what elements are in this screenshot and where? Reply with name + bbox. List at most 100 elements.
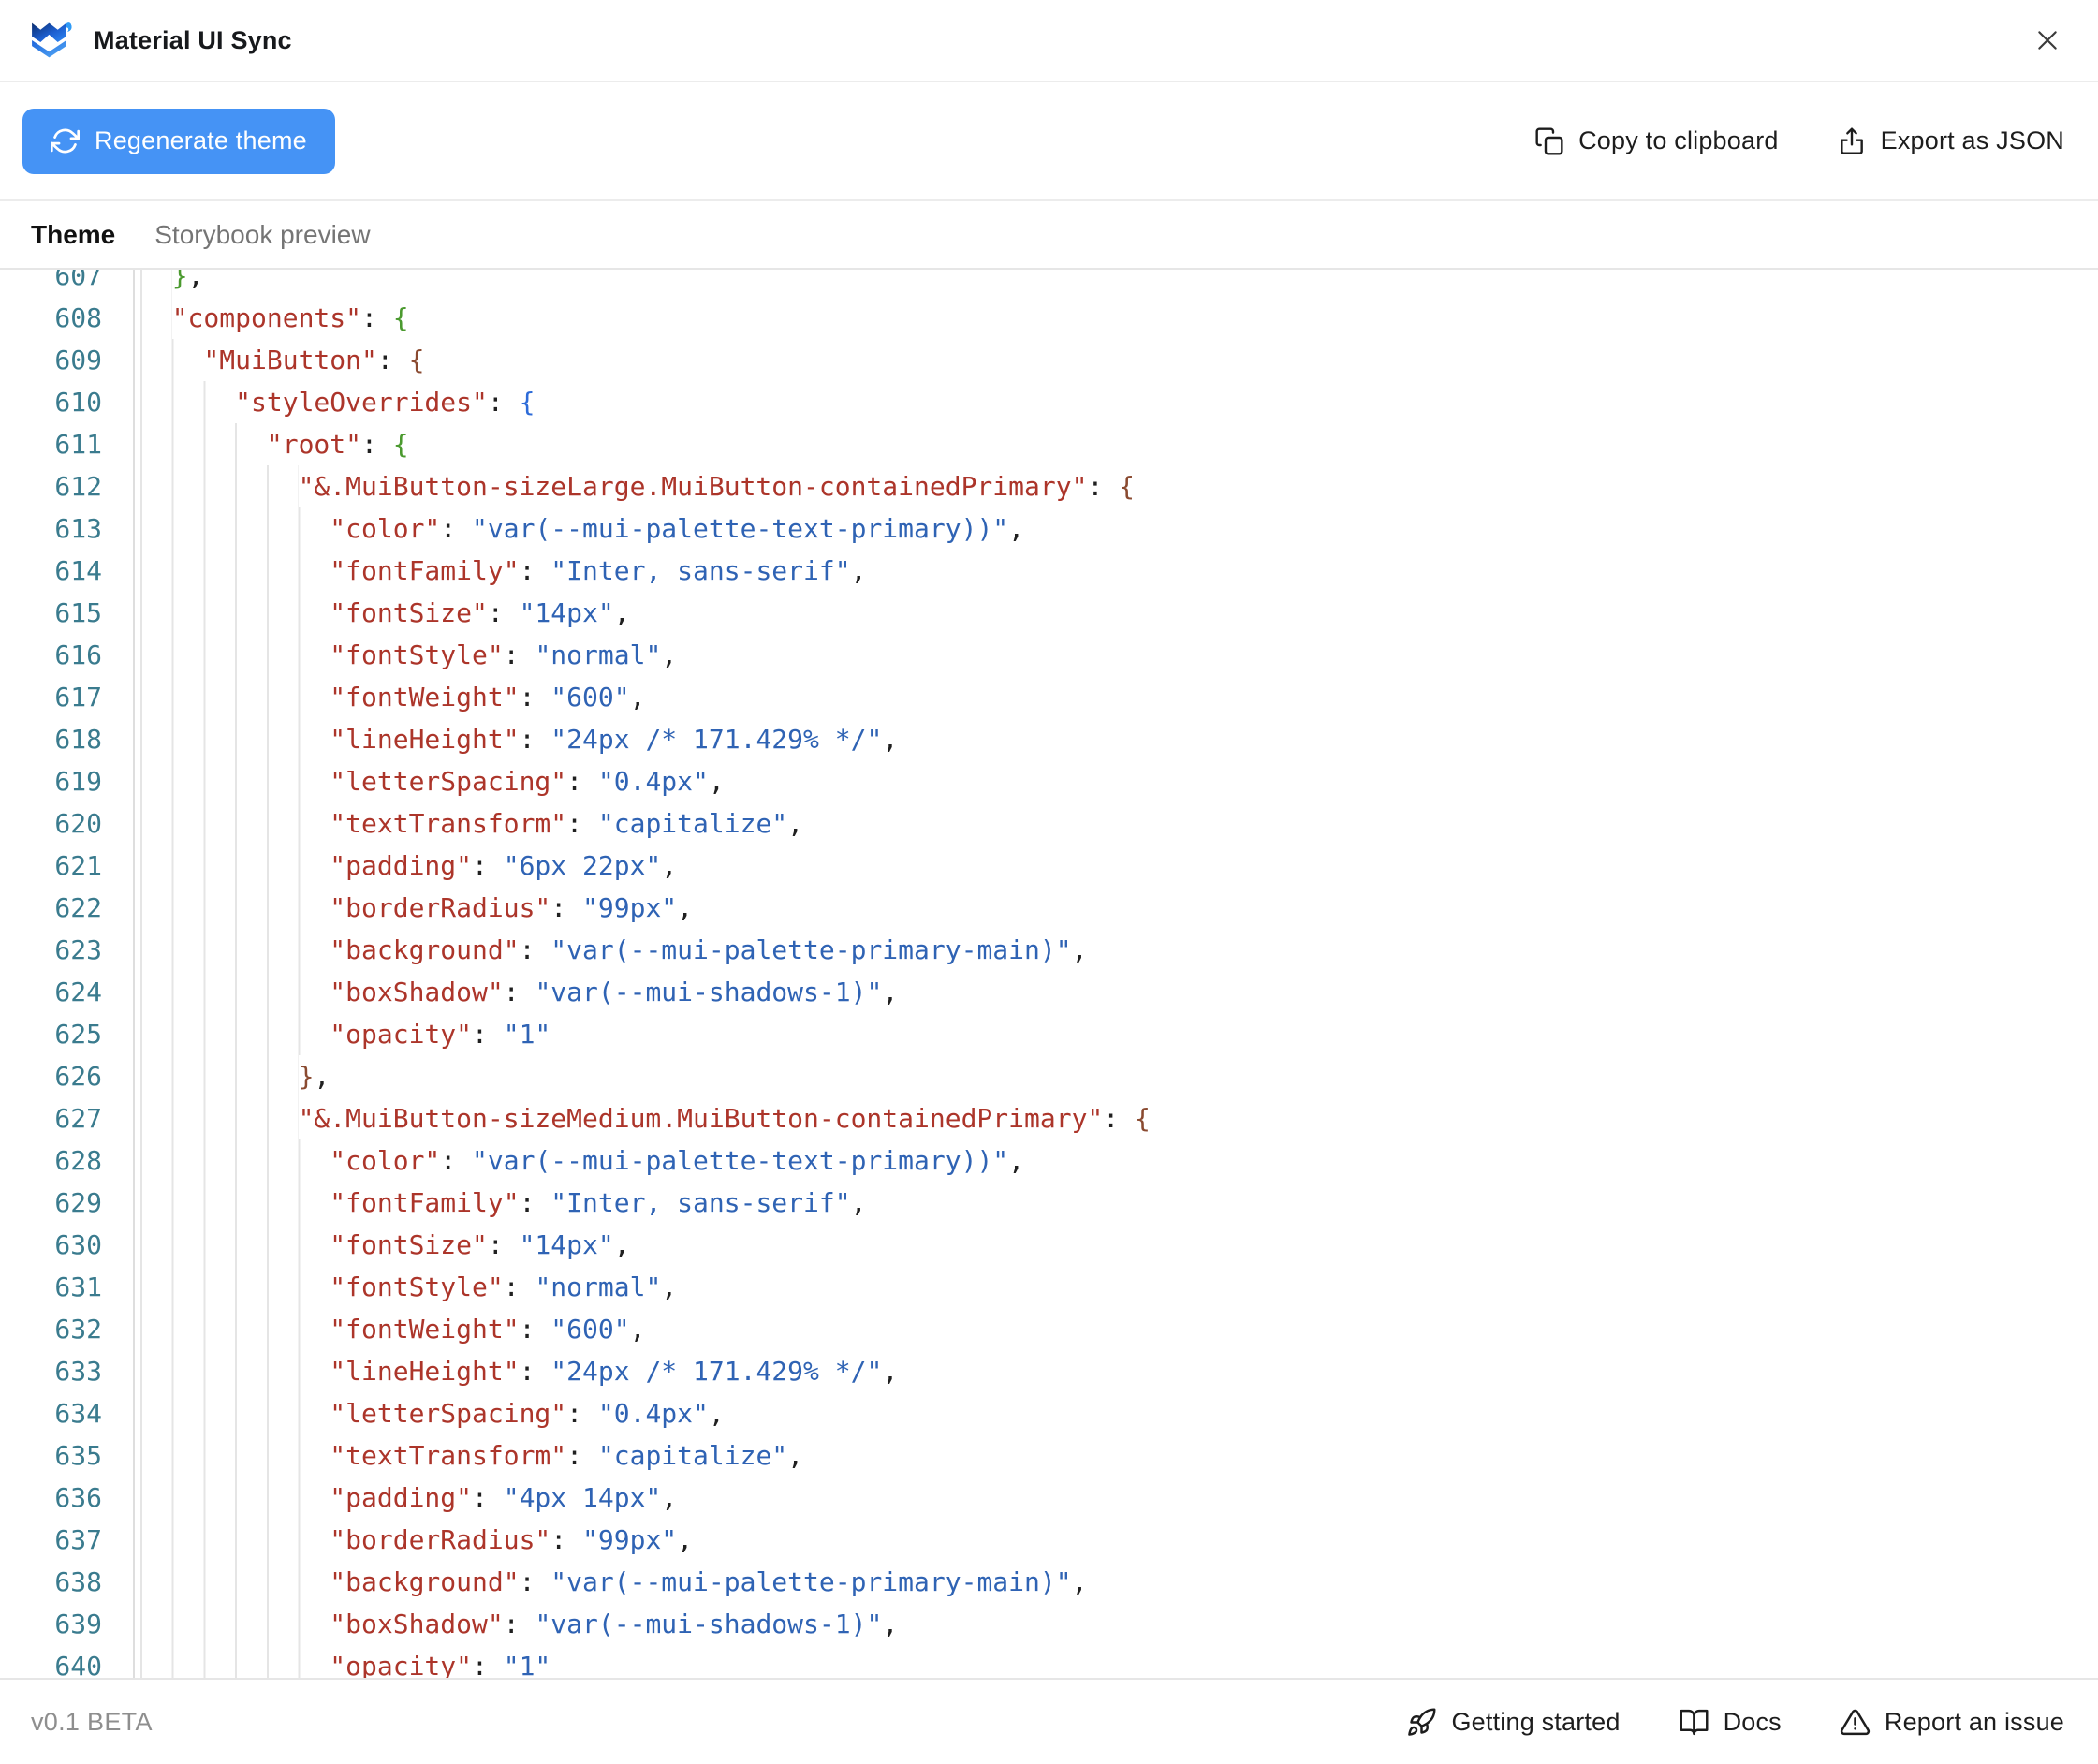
tab-storybook-preview[interactable]: Storybook preview — [154, 220, 370, 250]
code-token: : — [503, 639, 536, 670]
regenerate-theme-button[interactable]: Regenerate theme — [22, 108, 335, 174]
code-line: 609 "MuiButton": { — [0, 339, 2098, 381]
code-token: , — [708, 766, 725, 797]
indent-guides — [140, 1350, 330, 1392]
code-line: 637 "borderRadius": "99px", — [0, 1519, 2098, 1561]
code-token: , — [787, 1440, 804, 1471]
code-token: "padding" — [330, 1482, 472, 1513]
mui-sync-plugin-window: Material UI Sync Regenerate theme Copy t… — [0, 0, 2098, 1764]
code-token: "boxShadow" — [330, 1609, 504, 1639]
code-token: { — [408, 345, 425, 375]
indent-guides — [140, 971, 330, 1013]
code-token: "MuiButton" — [203, 345, 377, 375]
indent-guides — [140, 1055, 299, 1097]
code-token: , — [708, 1398, 725, 1429]
line-number: 629 — [0, 1182, 135, 1224]
code-line: 631 "fontStyle": "normal", — [0, 1266, 2098, 1308]
indent-guides — [140, 1392, 330, 1434]
tab-bar: Theme Storybook preview — [0, 201, 2098, 270]
close-icon — [2038, 31, 2057, 50]
code-token: : — [519, 682, 551, 713]
code-token: : — [440, 1145, 473, 1176]
line-number: 625 — [0, 1013, 135, 1055]
line-number: 612 — [0, 465, 135, 507]
line-number: 636 — [0, 1477, 135, 1519]
code-token: } — [298, 1061, 315, 1092]
code-token: : — [361, 429, 393, 460]
toolbar-actions: Copy to clipboard Export as JSON — [1534, 126, 2064, 156]
indent-guides — [140, 887, 330, 929]
code-line: 612 "&.MuiButton-sizeLarge.MuiButton-cont… — [0, 465, 2098, 507]
indent-guides — [140, 1139, 330, 1182]
code-token: "fontStyle" — [330, 1272, 504, 1302]
line-number: 614 — [0, 550, 135, 592]
line-number: 623 — [0, 929, 135, 971]
report-an-issue-link[interactable]: Report an issue — [1840, 1707, 2064, 1738]
version-badge: v0.1 BETA — [31, 1707, 153, 1736]
code-token: { — [519, 387, 536, 418]
code-token: , — [661, 639, 678, 670]
code-token: "capitalize" — [597, 808, 788, 839]
getting-started-label: Getting started — [1451, 1707, 1621, 1736]
code-token: "&.MuiButton-sizeMedium.MuiButton-contai… — [298, 1103, 1104, 1134]
code-line: 628 "color": "var(--mui-palette-text-prim… — [0, 1139, 2098, 1182]
rocket-icon — [1408, 1708, 1436, 1736]
code-token: "var(--mui-shadows-1)" — [535, 977, 883, 1007]
code-token: "padding" — [330, 850, 472, 881]
line-number: 622 — [0, 887, 135, 929]
line-number: 640 — [0, 1645, 135, 1678]
line-number: 609 — [0, 339, 135, 381]
code-token: , — [1071, 1566, 1088, 1597]
code-token: : — [566, 1440, 598, 1471]
line-number: 610 — [0, 381, 135, 423]
tab-theme[interactable]: Theme — [31, 220, 115, 250]
copy-to-clipboard-button[interactable]: Copy to clipboard — [1534, 126, 1779, 156]
code-token: : — [519, 555, 551, 586]
code-token: : — [566, 808, 598, 839]
code-token: , — [882, 1356, 899, 1387]
close-button[interactable] — [2029, 22, 2066, 59]
code-token: : — [519, 724, 551, 755]
docs-link[interactable]: Docs — [1679, 1707, 1782, 1738]
code-token: "opacity" — [330, 1019, 472, 1050]
indent-guides — [140, 929, 330, 971]
export-as-json-button[interactable]: Export as JSON — [1837, 126, 2064, 156]
code-token: : — [550, 1524, 583, 1555]
code-line: 639 "boxShadow": "var(--mui-shadows-1)", — [0, 1603, 2098, 1645]
code-token: : — [472, 1651, 504, 1678]
code-token: "styleOverrides" — [235, 387, 488, 418]
line-number: 634 — [0, 1392, 135, 1434]
code-token: "fontSize" — [330, 597, 488, 628]
indent-guides — [140, 1519, 330, 1561]
code-token: "lineHeight" — [330, 724, 520, 755]
getting-started-link[interactable]: Getting started — [1406, 1707, 1620, 1738]
code-token: , — [1008, 513, 1025, 544]
code-token: : — [519, 934, 551, 965]
code-token: } — [171, 270, 188, 291]
code-token: , — [882, 977, 899, 1007]
code-token: "root" — [266, 429, 362, 460]
code-token: "normal" — [535, 1272, 662, 1302]
indent-guides — [140, 634, 330, 676]
code-token: , — [882, 724, 899, 755]
refresh-icon — [51, 128, 80, 154]
line-number: 633 — [0, 1350, 135, 1392]
code-token: "var(--mui-palette-text-primary))" — [472, 1145, 1009, 1176]
line-number: 621 — [0, 845, 135, 887]
line-number: 631 — [0, 1266, 135, 1308]
code-token: , — [850, 555, 867, 586]
code-token: , — [629, 682, 646, 713]
code-token: { — [1135, 1103, 1151, 1134]
code-token: : — [472, 1482, 504, 1513]
code-line: 636 "padding": "4px 14px", — [0, 1477, 2098, 1519]
code-token: "24px /* 171.429% */" — [550, 724, 883, 755]
line-number: 611 — [0, 423, 135, 465]
code-token: : — [566, 766, 598, 797]
code-token: : — [487, 597, 520, 628]
code-line: 613 "color": "var(--mui-palette-text-prim… — [0, 507, 2098, 550]
code-token: : — [519, 1566, 551, 1597]
code-token: "components" — [171, 302, 361, 333]
line-number: 624 — [0, 971, 135, 1013]
code-token: : — [503, 1272, 536, 1302]
code-editor[interactable]: 607}, 608 "components": {609 "MuiButton": {… — [0, 270, 2098, 1678]
